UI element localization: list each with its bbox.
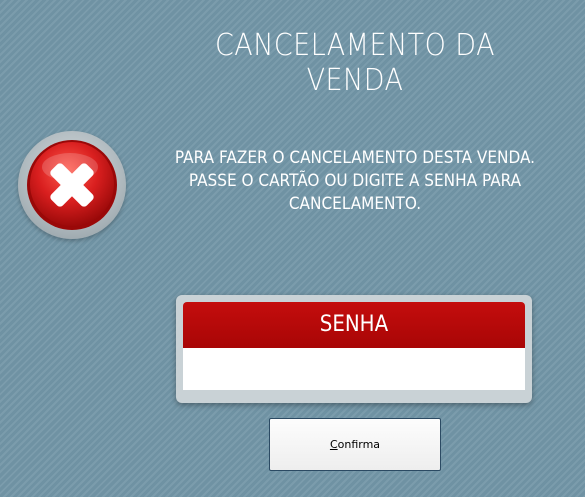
confirm-label: onfirma (337, 438, 381, 451)
password-input[interactable] (183, 348, 525, 390)
dialog-title: CANCELAMENTO DA VENDA (215, 28, 495, 98)
message-line: PARA FAZER O CANCELAMENTO DESTA VENDA. (174, 148, 536, 168)
error-x-icon (18, 131, 126, 239)
password-label-header: SENHA (183, 302, 525, 348)
password-label: SENHA (319, 312, 389, 337)
confirm-button[interactable]: Confirma (269, 418, 441, 471)
password-panel: SENHA (176, 295, 532, 403)
message-line: PASSE O CARTÃO OU DIGITE A SENHA PARA (188, 171, 522, 191)
cancel-instructions: PARA FAZER O CANCELAMENTO DESTA VENDA. P… (157, 147, 553, 216)
message-line: CANCELAMENTO. (288, 194, 422, 214)
confirm-mnemonic: C (329, 438, 338, 451)
